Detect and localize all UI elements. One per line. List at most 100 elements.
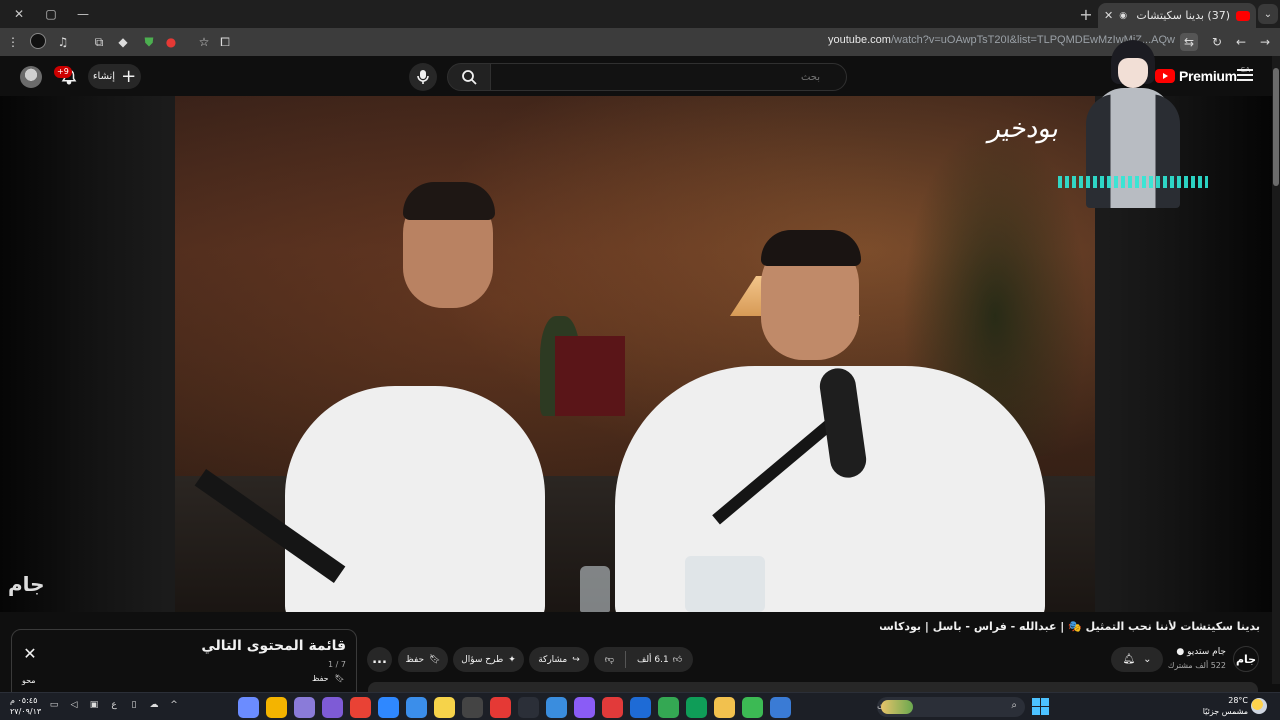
cast-icon[interactable]: ⧠: [216, 33, 234, 51]
taskbar-app-icon[interactable]: [406, 697, 427, 718]
channel-avatar[interactable]: جام: [1233, 646, 1259, 672]
dislike-button[interactable]: 👎︎: [605, 655, 614, 665]
save-button[interactable]: 🔖︎ حفظ: [398, 647, 448, 672]
chat-icon[interactable]: ▭: [48, 700, 60, 710]
bookmark-icon: 🔖︎: [334, 674, 345, 683]
browser-menu-icon[interactable]: ⋮: [4, 33, 22, 51]
create-label: إنشاء: [92, 71, 116, 82]
bookmark-star-icon[interactable]: ☆: [195, 33, 213, 51]
extensions-icon[interactable]: ⧉: [90, 33, 108, 51]
playlist-save-button[interactable]: 🔖︎ حفظ: [312, 674, 345, 683]
taskbar-app-icon[interactable]: [434, 697, 455, 718]
taskbar-app-icon[interactable]: [630, 697, 651, 718]
account-avatar[interactable]: [20, 66, 42, 88]
video-player[interactable]: بودخير: [175, 96, 1095, 612]
cloud-icon[interactable]: ☁: [148, 700, 160, 710]
taskbar-apps: [238, 697, 791, 718]
guide-menu-icon[interactable]: [1237, 69, 1253, 81]
windows-taskbar: ٠٥:٤٥ م ٢٧/٠٩/١٣ ▭ ◁ ▣ ع ▯ ☁ ^ ⌕ بحث 28°…: [0, 692, 1280, 720]
network-icon[interactable]: ▣: [88, 700, 100, 710]
tab-search-icon[interactable]: ⌄: [1258, 4, 1278, 24]
taskbar-app-icon[interactable]: [518, 697, 539, 718]
taskbar-app-icon[interactable]: [490, 697, 511, 718]
save-label: حفظ: [405, 654, 425, 665]
channel-watermark[interactable]: جام: [8, 572, 45, 596]
taskbar-app-icon[interactable]: [602, 697, 623, 718]
extension-diamond-icon[interactable]: ◆: [114, 33, 132, 51]
language-indicator[interactable]: ع: [108, 700, 120, 710]
bell-icon: 🔔︎: [1122, 654, 1136, 665]
minimize-window-icon[interactable]: —: [70, 4, 96, 24]
taskbar-app-icon[interactable]: [322, 697, 343, 718]
subscription-notifications-button[interactable]: 🔔︎ ⌄: [1111, 647, 1163, 672]
playlist-clear-button[interactable]: محو: [22, 676, 36, 685]
taskbar-app-icon[interactable]: [378, 697, 399, 718]
new-tab-button[interactable]: +: [1076, 4, 1096, 24]
playlist-save-label: حفظ: [312, 674, 329, 683]
playlist-title: قائمة المحتوى التالي: [201, 638, 346, 654]
taskbar-search[interactable]: ⌕ بحث: [877, 697, 1025, 717]
microphone-icon: [417, 70, 429, 84]
search-icon: ⌕: [1011, 700, 1017, 711]
taskbar-app-icon[interactable]: [574, 697, 595, 718]
maximize-window-icon[interactable]: ▢: [38, 4, 64, 24]
more-actions-button[interactable]: ...: [367, 647, 392, 672]
taskbar-app-icon[interactable]: [350, 697, 371, 718]
forward-icon[interactable]: →: [1256, 33, 1274, 51]
taskbar-app-icon[interactable]: [294, 697, 315, 718]
start-button-icon[interactable]: [1032, 698, 1049, 715]
create-button[interactable]: إنشاء +: [88, 64, 141, 89]
partly-sunny-icon: [1251, 698, 1267, 714]
reload-icon[interactable]: ↻: [1208, 33, 1226, 51]
search-icon: [462, 70, 477, 85]
search-button[interactable]: [447, 63, 491, 91]
share-button[interactable]: ↪ مشاركة: [529, 647, 589, 672]
system-tray: ▭ ◁ ▣ ع ▯ ☁ ^: [48, 700, 180, 710]
thumbs-up-icon: 👍︎: [672, 654, 683, 665]
taskbar-app-icon[interactable]: [546, 697, 567, 718]
person-left: [285, 386, 545, 612]
audio-playing-icon[interactable]: ◉: [1119, 11, 1127, 21]
show-hidden-icons[interactable]: ^: [168, 700, 180, 710]
clock-date: ٢٧/٠٩/١٣: [10, 707, 42, 716]
extension-red-icon[interactable]: ●: [162, 33, 180, 51]
taskbar-app-icon[interactable]: [462, 697, 483, 718]
share-label: مشاركة: [538, 654, 568, 665]
volume-icon[interactable]: ◁: [68, 700, 80, 710]
weather-widget[interactable]: 28°C مشمس جزئيًا: [1200, 695, 1248, 717]
like-button[interactable]: 👍︎ 6.1 ألف: [637, 655, 682, 665]
microphone-tray-icon[interactable]: ▯: [128, 700, 140, 710]
taskbar-app-icon[interactable]: [658, 697, 679, 718]
taskbar-app-icon[interactable]: [266, 697, 287, 718]
video-title: بدينا سكيتشات لأننا نحب التمثيل 🎭 | عبدا…: [880, 620, 1260, 633]
taskbar-app-icon[interactable]: [714, 697, 735, 718]
show-logo: بودخير: [986, 114, 1063, 144]
chevron-down-icon: ⌄: [1143, 654, 1152, 665]
search-highlight-icon: [881, 700, 913, 714]
description-box[interactable]: [368, 682, 1258, 692]
voice-search-button[interactable]: [409, 63, 437, 91]
tab-youtube[interactable]: (37) بدينا سكيتشات لأننا نحب… ◉ ✕: [1098, 3, 1256, 28]
close-tab-icon[interactable]: ✕: [1104, 9, 1113, 22]
taskbar-app-icon[interactable]: [686, 697, 707, 718]
back-icon[interactable]: ←: [1232, 33, 1250, 51]
page-scrollbar-thumb[interactable]: [1273, 68, 1279, 186]
plus-icon: +: [121, 65, 137, 87]
search-input[interactable]: [491, 64, 846, 90]
media-control-icon[interactable]: ♫: [54, 33, 72, 51]
close-playlist-icon[interactable]: ✕: [21, 644, 39, 663]
taskbar-app-icon[interactable]: [770, 697, 791, 718]
window-controls: ✕ ▢ —: [0, 0, 96, 28]
taskbar-app-icon[interactable]: [238, 697, 259, 718]
profile-icon[interactable]: [30, 33, 46, 49]
close-window-icon[interactable]: ✕: [6, 4, 32, 24]
weather-desc: مشمس جزئيًا: [1202, 707, 1248, 716]
clock-time: ٠٥:٤٥ م: [10, 696, 38, 705]
youtube-favicon-icon: [1236, 10, 1250, 21]
share-icon: ↪: [572, 654, 580, 665]
ask-button[interactable]: ✦ طرح سؤال: [453, 647, 524, 672]
taskbar-app-icon[interactable]: [742, 697, 763, 718]
clock[interactable]: ٠٥:٤٥ م ٢٧/٠٩/١٣: [10, 695, 41, 717]
extension-shield-icon[interactable]: ⛊: [140, 33, 158, 51]
tab-title: (37) بدينا سكيتشات لأننا نحب…: [1133, 9, 1230, 22]
